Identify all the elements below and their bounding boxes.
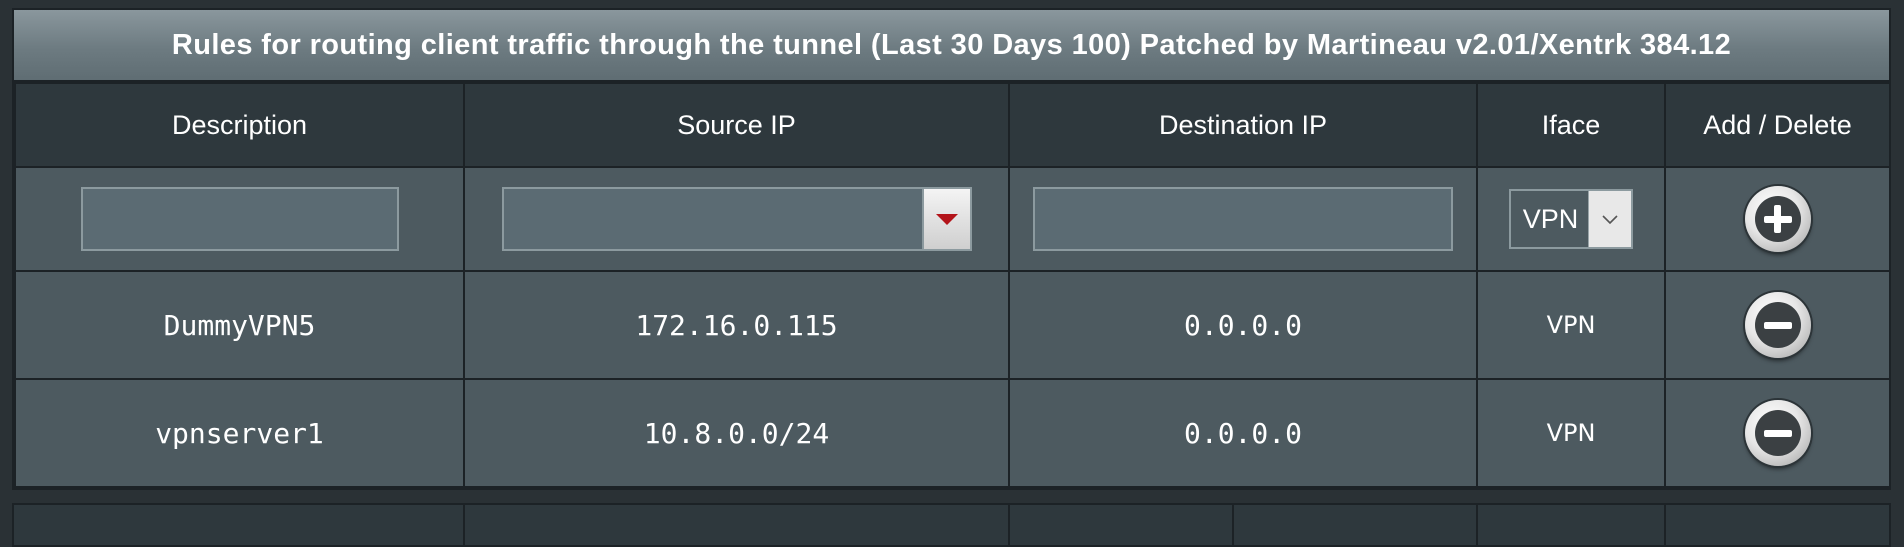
column-header-description: Description	[14, 82, 465, 168]
new-add-cell	[1664, 166, 1891, 272]
minus-circle-icon	[1754, 302, 1801, 348]
table-row: vpnserver1 10.8.0.0/24 0.0.0.0 VPN	[14, 378, 1891, 488]
rule-destination-ip: 0.0.0.0	[1008, 270, 1478, 380]
rule-description: DummyVPN5	[14, 270, 465, 380]
new-rule-row: VPN	[14, 166, 1891, 272]
new-source-ip-cell	[463, 166, 1010, 272]
source-ip-input[interactable]	[501, 187, 922, 251]
routing-rules-panel: Rules for routing client traffic through…	[12, 8, 1891, 490]
rule-iface: VPN	[1476, 378, 1666, 488]
source-ip-combobox	[501, 187, 972, 251]
triangle-down-icon	[935, 213, 958, 225]
rule-source-ip: 172.16.0.115	[463, 270, 1010, 380]
new-description-cell	[14, 166, 465, 272]
rule-delete-cell	[1664, 270, 1891, 380]
add-rule-button[interactable]	[1744, 186, 1811, 252]
rule-source-ip: 10.8.0.0/24	[463, 378, 1010, 488]
rule-description: vpnserver1	[14, 378, 465, 488]
panel-title: Rules for routing client traffic through…	[14, 10, 1889, 82]
column-header-destination-ip: Destination IP	[1008, 82, 1478, 168]
new-iface-cell: VPN	[1476, 166, 1666, 272]
column-divider	[1476, 505, 1478, 545]
plus-circle-icon	[1754, 196, 1801, 242]
rules-table: Description Source IP Destination IP Ifa…	[14, 82, 1891, 488]
iface-select[interactable]: VPN	[1508, 189, 1634, 249]
column-header-add-delete: Add / Delete	[1664, 82, 1891, 168]
minus-circle-icon	[1754, 410, 1801, 456]
table-row: DummyVPN5 172.16.0.115 0.0.0.0 VPN	[14, 270, 1891, 380]
rule-destination-ip: 0.0.0.0	[1008, 378, 1478, 488]
description-input[interactable]	[80, 187, 399, 251]
new-destination-ip-cell	[1008, 166, 1478, 272]
iface-select-value: VPN	[1522, 203, 1579, 234]
destination-ip-input[interactable]	[1033, 187, 1453, 251]
column-divider	[1008, 505, 1010, 545]
source-ip-dropdown-button[interactable]	[921, 187, 972, 251]
table-header-row: Description Source IP Destination IP Ifa…	[14, 82, 1891, 168]
column-header-iface: Iface	[1476, 82, 1666, 168]
rule-iface: VPN	[1476, 270, 1666, 380]
column-header-source-ip: Source IP	[463, 82, 1010, 168]
column-divider	[463, 505, 465, 545]
chevron-down-icon	[1588, 191, 1632, 247]
column-divider	[1664, 505, 1666, 545]
next-table-header-partial	[12, 503, 1891, 547]
rule-delete-cell	[1664, 378, 1891, 488]
delete-rule-button[interactable]	[1744, 292, 1811, 358]
column-divider	[1232, 505, 1234, 545]
delete-rule-button[interactable]	[1744, 400, 1811, 466]
